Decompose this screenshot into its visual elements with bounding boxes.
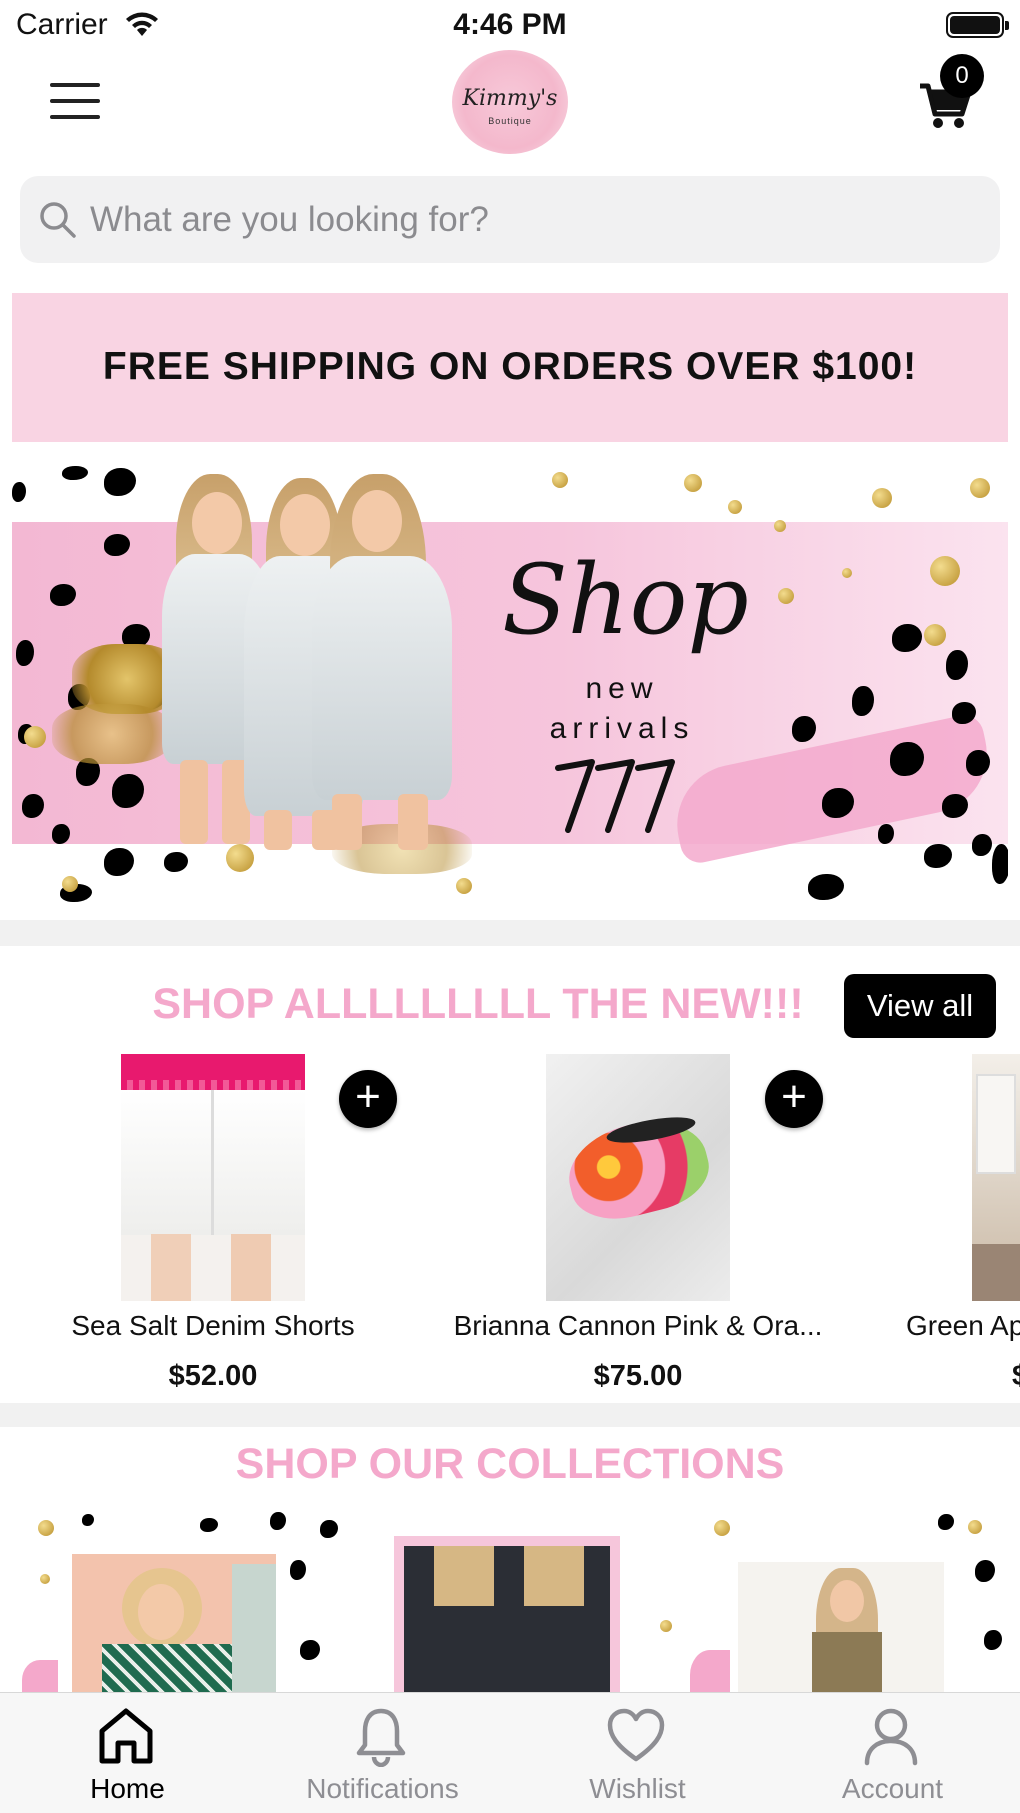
collections-section-title: SHOP OUR COLLECTIONS (235, 1440, 785, 1488)
search-bar[interactable] (20, 176, 1000, 263)
tab-notifications-label: Notifications (306, 1773, 459, 1804)
view-all-button[interactable]: View all (844, 974, 996, 1038)
product-name[interactable]: Brianna Cannon Pink & Ora... (436, 1310, 840, 1342)
collection-card[interactable] (738, 1562, 944, 1692)
section-divider (0, 1403, 1020, 1427)
add-to-cart-button[interactable]: + (339, 1070, 397, 1128)
store-logo[interactable]: Kimmy's Boutique (452, 50, 568, 154)
tab-account[interactable]: Account (765, 1693, 1020, 1813)
home-icon (99, 1708, 153, 1764)
product-image[interactable] (972, 1054, 1020, 1301)
tab-wishlist-label: Wishlist (589, 1773, 686, 1804)
tab-home-label: Home (90, 1773, 165, 1804)
product-image[interactable] (546, 1054, 730, 1301)
product-name[interactable]: Green Ap (906, 1310, 1020, 1342)
new-section-title: SHOP ALLLLLLLLL THE NEW!!! (152, 980, 804, 1028)
search-icon (40, 202, 76, 238)
collection-card[interactable] (72, 1554, 276, 1692)
status-bar: Carrier 4:46 PM (0, 0, 1020, 50)
shipping-banner[interactable]: FREE SHIPPING ON ORDERS OVER $100! (12, 293, 1008, 442)
chevrons-decoration-icon (555, 759, 675, 833)
new-arrivals-hero-banner[interactable]: Shop new arrivals (12, 464, 1008, 909)
product-price: $52.00 (168, 1360, 258, 1392)
clock: 4:46 PM (453, 8, 567, 41)
collection-card[interactable] (394, 1536, 620, 1692)
product-image[interactable] (121, 1054, 305, 1301)
tab-account-label: Account (841, 1773, 944, 1804)
menu-icon[interactable] (50, 83, 100, 121)
product-name[interactable]: Sea Salt Denim Shorts (43, 1310, 383, 1342)
product-price: $ (1012, 1360, 1020, 1393)
tab-notifications[interactable]: Notifications (255, 1693, 510, 1813)
tab-wishlist[interactable]: Wishlist (510, 1693, 765, 1813)
tab-home[interactable]: Home (0, 1693, 255, 1813)
logo-text: Kimmy's (462, 86, 558, 111)
logo-subtext: Boutique (488, 116, 532, 126)
add-to-cart-button[interactable]: + (765, 1070, 823, 1128)
hero-subtitle-new: new (585, 672, 659, 705)
hero-headline: Shop (502, 544, 749, 656)
collections-carousel[interactable] (0, 1510, 1020, 1692)
section-divider (0, 920, 1020, 946)
search-input[interactable] (90, 176, 980, 263)
shipping-banner-text: FREE SHIPPING ON ORDERS OVER $100! (102, 345, 918, 388)
heart-icon (607, 1708, 665, 1762)
battery-icon (946, 12, 1009, 38)
hero-subtitle-arrivals: arrivals (549, 712, 695, 745)
bell-icon (356, 1708, 406, 1767)
product-price: $75.00 (593, 1360, 683, 1392)
cart-count-badge: 0 (940, 54, 984, 98)
bottom-tab-bar: Home Notifications Wishlist Account (0, 1692, 1020, 1813)
person-icon (864, 1708, 918, 1766)
